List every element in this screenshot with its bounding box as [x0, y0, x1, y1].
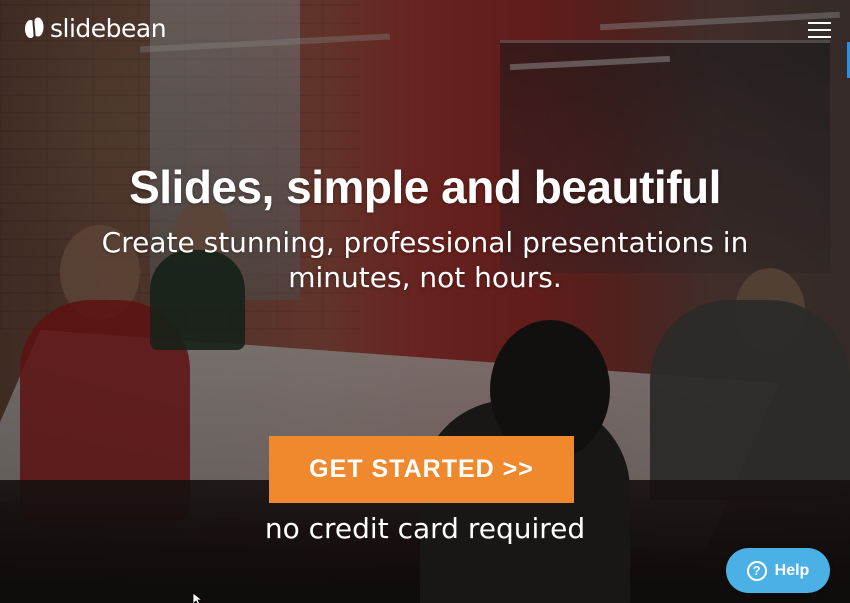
hero-headline: Slides, simple and beautiful [129, 161, 721, 213]
logo-wordmark: slidebean [50, 13, 167, 43]
hero-section: slidebean Slides, simple and beautiful C… [0, 0, 850, 603]
slidebean-bean-icon [24, 14, 44, 42]
hamburger-menu-icon[interactable] [808, 22, 831, 40]
help-button[interactable]: ? Help [726, 548, 830, 593]
no-credit-card-note: no credit card required [264, 512, 586, 545]
mouse-pointer-icon [192, 592, 204, 603]
get-started-button[interactable]: GET STARTED >> [269, 436, 574, 503]
hero-subheadline: Create stunning, professional presentati… [101, 226, 749, 294]
slidebean-logo-link[interactable]: slidebean [24, 13, 167, 43]
help-label: Help [774, 561, 810, 579]
question-circle-icon: ? [746, 560, 767, 581]
